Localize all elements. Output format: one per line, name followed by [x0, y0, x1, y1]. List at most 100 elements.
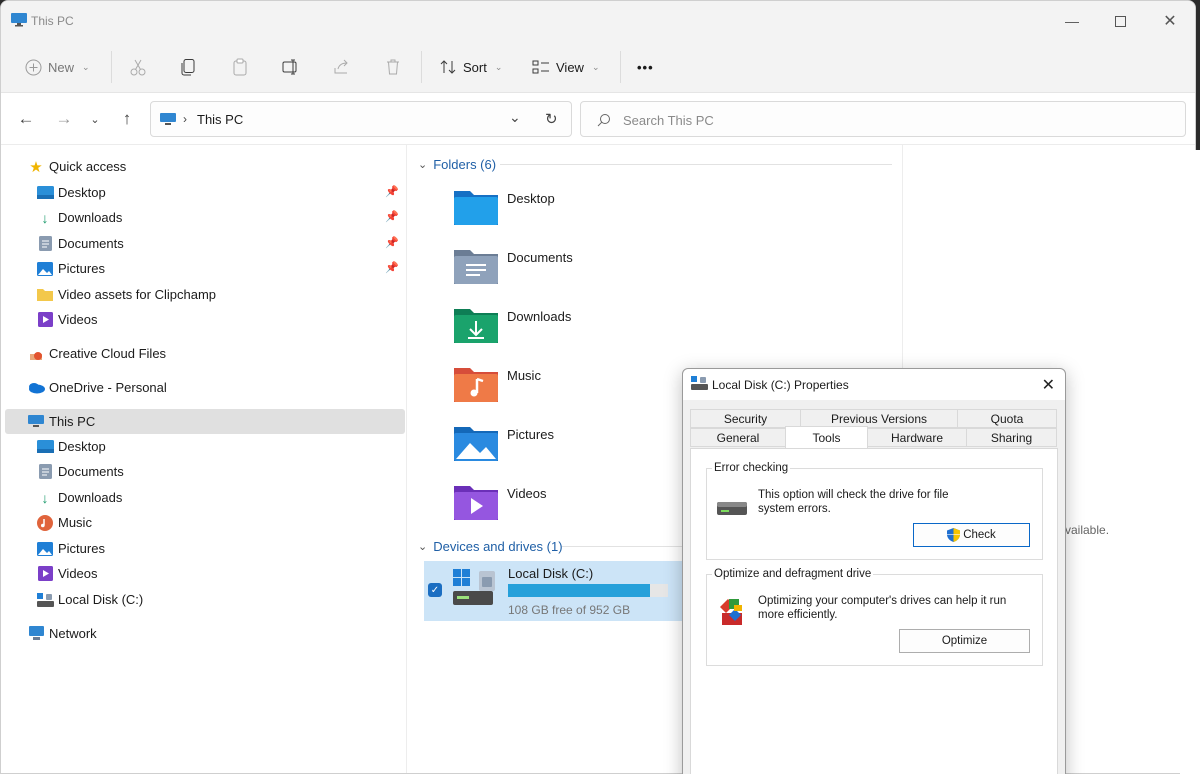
scissors-icon [130, 59, 146, 76]
optimize-button[interactable]: Optimize [899, 629, 1030, 653]
more-options-button[interactable]: ••• [637, 53, 654, 81]
tab-label: Hardware [890, 430, 944, 445]
sidebar-item-documents[interactable]: Documents 📌 [36, 231, 405, 256]
copy-button[interactable] [180, 53, 198, 81]
recent-locations-button[interactable]: ⌄ [83, 107, 107, 131]
dialog-close-button[interactable]: ✕ [1042, 375, 1055, 395]
sidebar-item-label: Desktop [58, 185, 106, 200]
pin-icon: 📌 [385, 186, 399, 198]
sidebar-item-label: Documents [58, 236, 124, 251]
search-box[interactable]: Search This PC [580, 101, 1186, 137]
sidebar-item-desktop[interactable]: Desktop 📌 [36, 180, 405, 205]
monitor-icon [27, 414, 45, 430]
refresh-icon[interactable]: ↻ [545, 110, 558, 128]
arrow-up-icon: ↑ [122, 109, 132, 128]
sidebar-item-label: Local Disk (C:) [58, 592, 144, 607]
view-button[interactable]: View ⌄ [532, 53, 600, 81]
breadcrumb-this-pc[interactable]: This PC [197, 112, 243, 127]
share-button[interactable] [333, 53, 351, 81]
sidebar-item-videos[interactable]: Videos [36, 307, 405, 332]
chevron-down-icon: ⌄ [90, 113, 100, 126]
sidebar-item-label: Videos [58, 312, 98, 327]
download-icon: ↓ [41, 489, 49, 506]
sort-icon [440, 60, 456, 74]
tab-label: Previous Versions [830, 411, 928, 426]
tab-general[interactable]: General [690, 428, 786, 447]
error-checking-text-line1: This option will check the drive for fil… [758, 489, 949, 501]
sidebar-item-label: Videos [58, 566, 98, 581]
address-bar[interactable]: › This PC ⌄ ↻ [150, 101, 572, 137]
sidebar-item-this-pc[interactable]: This PC [5, 409, 405, 434]
folder-icon [36, 287, 54, 303]
sidebar-item-pictures[interactable]: Pictures 📌 [36, 256, 405, 281]
sidebar-item-pc-videos[interactable]: Videos [36, 561, 405, 586]
check-button[interactable]: Check [913, 523, 1030, 547]
folder-desktop[interactable]: Desktop [452, 187, 752, 237]
folder-downloads[interactable]: Downloads [452, 305, 752, 355]
minimize-button[interactable]: — [1047, 1, 1097, 41]
up-button[interactable]: ↑ [115, 107, 139, 131]
divider [421, 51, 422, 83]
drives-header-label: Devices and drives (1) [433, 539, 563, 554]
videos-icon [36, 312, 54, 328]
drive-local-disk-c[interactable]: ✓ Local Disk (C:) 108 GB free of 952 GB [424, 561, 690, 621]
pin-icon: 📌 [385, 211, 399, 223]
network-icon [27, 626, 45, 642]
sidebar-item-label: Downloads [58, 210, 123, 225]
maximize-button[interactable] [1095, 1, 1145, 41]
sidebar-item-pc-music[interactable]: Music [36, 510, 405, 535]
sidebar-item-creative-cloud[interactable]: Creative Cloud Files [27, 341, 405, 366]
optimize-text-line2: more efficiently. [758, 609, 838, 621]
title-bar: This PC — ✕ [1, 1, 1195, 41]
address-history-chevron-icon[interactable]: ⌄ [509, 109, 521, 126]
drive-usage-fill [508, 584, 650, 597]
plus-circle-icon [25, 59, 42, 75]
properties-dialog: Local Disk (C:) Properties ✕ Security Pr… [682, 368, 1066, 774]
videos-icon [36, 566, 54, 582]
sidebar-item-label: Desktop [58, 439, 106, 454]
arrow-left-icon: ← [17, 109, 35, 128]
view-label: View [556, 59, 584, 75]
window-title: This PC [31, 14, 74, 28]
sidebar-item-quick-access[interactable]: ★ Quick access [27, 154, 427, 179]
rename-icon [282, 59, 297, 75]
rename-button[interactable] [282, 53, 300, 81]
sidebar-item-pc-pictures[interactable]: Pictures [36, 536, 405, 561]
sidebar-item-pc-documents[interactable]: Documents [36, 459, 405, 484]
delete-button[interactable] [384, 53, 402, 81]
sort-button[interactable]: Sort ⌄ [439, 53, 502, 81]
selection-checkbox[interactable]: ✓ [428, 583, 442, 597]
close-button[interactable]: ✕ [1145, 1, 1195, 41]
sidebar-item-pc-downloads[interactable]: ↓ Downloads [36, 485, 405, 510]
sort-label: Sort [463, 59, 487, 75]
desktop-folder-icon [454, 191, 498, 225]
pin-icon: 📌 [385, 237, 399, 249]
optimize-group: Optimize and defragment drive Optimizing… [706, 568, 1043, 666]
tab-hardware[interactable]: Hardware [867, 428, 967, 447]
tools-tab-panel: Error checking This option will check th… [690, 448, 1058, 774]
drive-icon [691, 376, 708, 390]
sidebar-item-local-disk[interactable]: Local Disk (C:) [36, 587, 405, 612]
divider [620, 51, 621, 83]
sidebar-item-network[interactable]: Network [27, 621, 405, 646]
folders-group-header[interactable]: ⌄ Folders (6) [418, 157, 496, 172]
cut-button[interactable] [129, 53, 147, 81]
forward-button[interactable]: → [52, 107, 76, 131]
sidebar-item-downloads[interactable]: ↓ Downloads 📌 [36, 205, 405, 230]
sidebar-item-video-assets[interactable]: Video assets for Clipchamp [36, 282, 405, 307]
paste-button[interactable] [231, 53, 249, 81]
new-label: New [48, 59, 75, 75]
sidebar-item-onedrive[interactable]: OneDrive - Personal [27, 375, 405, 400]
tab-tools[interactable]: Tools [785, 426, 868, 448]
sidebar-item-label: OneDrive - Personal [49, 380, 167, 395]
star-icon: ★ [29, 158, 43, 176]
more-icon: ••• [637, 59, 654, 75]
drives-group-header[interactable]: ⌄ Devices and drives (1) [418, 539, 563, 554]
tab-sharing[interactable]: Sharing [966, 428, 1057, 447]
back-button[interactable]: ← [14, 107, 38, 131]
new-button[interactable]: New ⌄ [25, 53, 90, 81]
dialog-title: Local Disk (C:) Properties [712, 378, 849, 392]
sidebar-item-pc-desktop[interactable]: Desktop [36, 434, 405, 459]
folder-documents[interactable]: Documents [452, 246, 752, 296]
tab-quota[interactable]: Quota [957, 409, 1057, 428]
